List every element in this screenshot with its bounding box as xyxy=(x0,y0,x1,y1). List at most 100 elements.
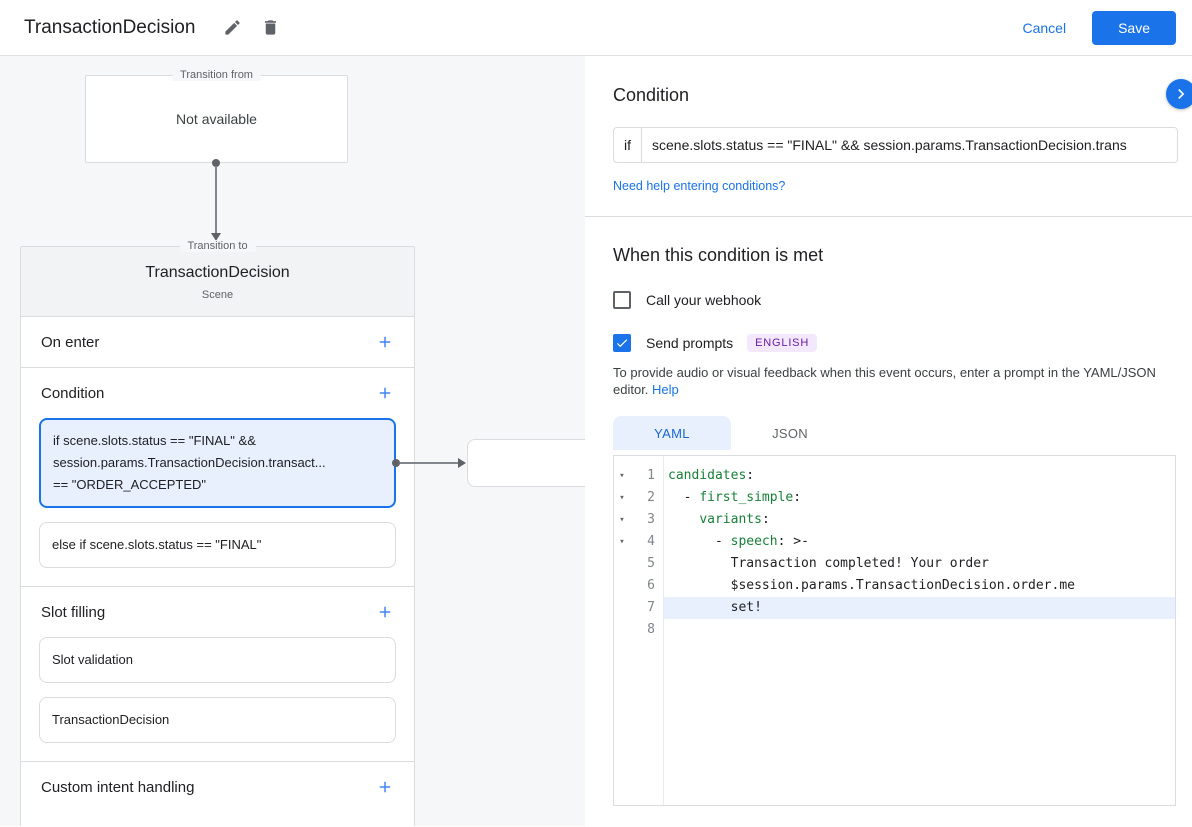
transition-from-box[interactable]: Transition from Not available xyxy=(85,75,348,163)
scene-card-header[interactable]: TransactionDecision Scene xyxy=(21,247,414,317)
connector-dot xyxy=(392,459,400,467)
send-prompts-checkbox[interactable] xyxy=(613,334,631,352)
code-line[interactable]: - first_simple: xyxy=(663,487,1175,509)
fold-arrow-icon[interactable]: ▾ xyxy=(614,509,630,531)
connector-line xyxy=(215,166,217,233)
send-prompts-row: Send prompts ENGLISH xyxy=(613,334,1178,352)
send-prompts-label: Send prompts xyxy=(646,335,733,351)
editor-line[interactable]: 5 Transaction completed! Your order xyxy=(614,553,1175,575)
if-label: if xyxy=(614,128,642,162)
plus-icon xyxy=(376,333,394,351)
condition-section-label: Condition xyxy=(41,385,104,402)
code-segment: : xyxy=(746,468,754,483)
add-condition-button[interactable] xyxy=(376,384,394,402)
editor-line[interactable]: ▾ 4 - speech: >- xyxy=(614,531,1175,553)
collapse-panel-button[interactable] xyxy=(1166,79,1192,109)
code-segment: speech xyxy=(731,534,778,549)
trash-icon xyxy=(261,18,280,37)
condition-expression-input[interactable] xyxy=(642,128,1177,162)
transition-from-text: Not available xyxy=(86,76,347,162)
line-number: 3 xyxy=(630,509,663,531)
line-number: 6 xyxy=(630,575,663,597)
header: TransactionDecision Cancel Save xyxy=(0,0,1192,56)
tab-json[interactable]: JSON xyxy=(731,416,849,450)
slot-item-transaction-decision[interactable]: TransactionDecision xyxy=(39,697,396,743)
editor-line[interactable]: 6 $session.params.TransactionDecision.or… xyxy=(614,575,1175,597)
save-button[interactable]: Save xyxy=(1092,11,1176,45)
editor-line[interactable]: ▾ 1 candidates: xyxy=(614,465,1175,487)
code-line[interactable]: candidates: xyxy=(663,465,1175,487)
code-line[interactable]: $session.params.TransactionDecision.orde… xyxy=(663,575,1175,597)
fold-gutter xyxy=(614,553,630,575)
fold-gutter xyxy=(614,575,630,597)
section-condition: Condition xyxy=(21,368,414,418)
help-link[interactable]: Help xyxy=(652,382,679,397)
editor-tabs: YAML JSON xyxy=(613,416,1178,450)
line-number: 2 xyxy=(630,487,663,509)
transition-to-label: Transition to xyxy=(179,240,255,252)
connector-arrowhead-icon xyxy=(458,458,466,468)
code-line[interactable]: - speech: >- xyxy=(663,531,1175,553)
delete-scene-button[interactable] xyxy=(251,9,289,47)
scene-card: Transition to TransactionDecision Scene … xyxy=(20,246,415,826)
custom-intent-label: Custom intent handling xyxy=(41,779,194,796)
prompts-description: To provide audio or visual feedback when… xyxy=(613,364,1173,398)
code-segment: Transaction completed! Your order xyxy=(668,556,989,571)
code-segment: : >- xyxy=(778,534,809,549)
section-custom-intent: Custom intent handling xyxy=(21,762,414,812)
transition-target-box[interactable] xyxy=(467,439,585,487)
section-slot-filling: Slot filling xyxy=(21,587,414,637)
prompts-description-text: To provide audio or visual feedback when… xyxy=(613,365,1156,397)
cancel-button[interactable]: Cancel xyxy=(1010,12,1078,44)
code-line[interactable] xyxy=(663,619,1175,641)
code-line[interactable]: Transaction completed! Your order xyxy=(663,553,1175,575)
fold-gutter xyxy=(614,597,630,619)
add-slot-button[interactable] xyxy=(376,603,394,621)
plus-icon xyxy=(376,778,394,796)
language-badge: ENGLISH xyxy=(747,334,817,352)
add-on-enter-button[interactable] xyxy=(376,333,394,351)
code-segment: - xyxy=(668,490,699,505)
checkmark-icon xyxy=(615,336,629,350)
code-line[interactable]: set! xyxy=(663,597,1175,619)
edit-scene-button[interactable] xyxy=(213,9,251,47)
slot-filling-label: Slot filling xyxy=(41,604,105,621)
line-number: 8 xyxy=(630,619,663,641)
fold-arrow-icon[interactable]: ▾ xyxy=(614,465,630,487)
line-number: 4 xyxy=(630,531,663,553)
webhook-checkbox[interactable] xyxy=(613,291,631,309)
add-custom-intent-button[interactable] xyxy=(376,778,394,796)
condition-item-selected[interactable]: if scene.slots.status == "FINAL" && sess… xyxy=(39,418,396,508)
code-segment: set! xyxy=(668,600,762,615)
condition-text-line: if scene.slots.status == "FINAL" && xyxy=(53,430,382,452)
code-segment: candidates xyxy=(668,468,746,483)
condition-panel: Condition if Need help entering conditio… xyxy=(585,56,1192,826)
code-segment: $session.params.TransactionDecision.orde… xyxy=(668,578,1075,593)
chevron-right-icon xyxy=(1171,84,1191,104)
line-number: 1 xyxy=(630,465,663,487)
on-enter-label: On enter xyxy=(41,334,99,351)
condition-item-else[interactable]: else if scene.slots.status == "FINAL" xyxy=(39,522,396,568)
code-segment: : xyxy=(793,490,801,505)
editor-line[interactable]: ▾ 2 - first_simple: xyxy=(614,487,1175,509)
panel-divider xyxy=(585,216,1192,217)
fold-gutter xyxy=(614,619,630,641)
webhook-row: Call your webhook xyxy=(613,291,1178,309)
editor-line-highlighted[interactable]: 7 set! xyxy=(614,597,1175,619)
code-segment: - xyxy=(668,534,731,549)
yaml-editor[interactable]: ▾ 1 candidates: ▾ 2 - first_simple: ▾ 3 … xyxy=(613,455,1176,806)
code-segment: variants xyxy=(699,512,762,527)
editor-line[interactable]: ▾ 3 variants: xyxy=(614,509,1175,531)
slot-item-validation[interactable]: Slot validation xyxy=(39,637,396,683)
editor-line[interactable]: 8 xyxy=(614,619,1175,641)
connector-line xyxy=(400,462,458,464)
plus-icon xyxy=(376,384,394,402)
tab-yaml[interactable]: YAML xyxy=(613,416,731,450)
app-window: TransactionDecision Cancel Save Transiti… xyxy=(0,0,1192,827)
condition-expression-row: if xyxy=(613,127,1178,163)
fold-arrow-icon[interactable]: ▾ xyxy=(614,487,630,509)
condition-help-link[interactable]: Need help entering conditions? xyxy=(613,179,785,193)
code-line[interactable]: variants: xyxy=(663,509,1175,531)
scene-canvas[interactable]: Transition from Not available Transition… xyxy=(0,56,585,826)
fold-arrow-icon[interactable]: ▾ xyxy=(614,531,630,553)
